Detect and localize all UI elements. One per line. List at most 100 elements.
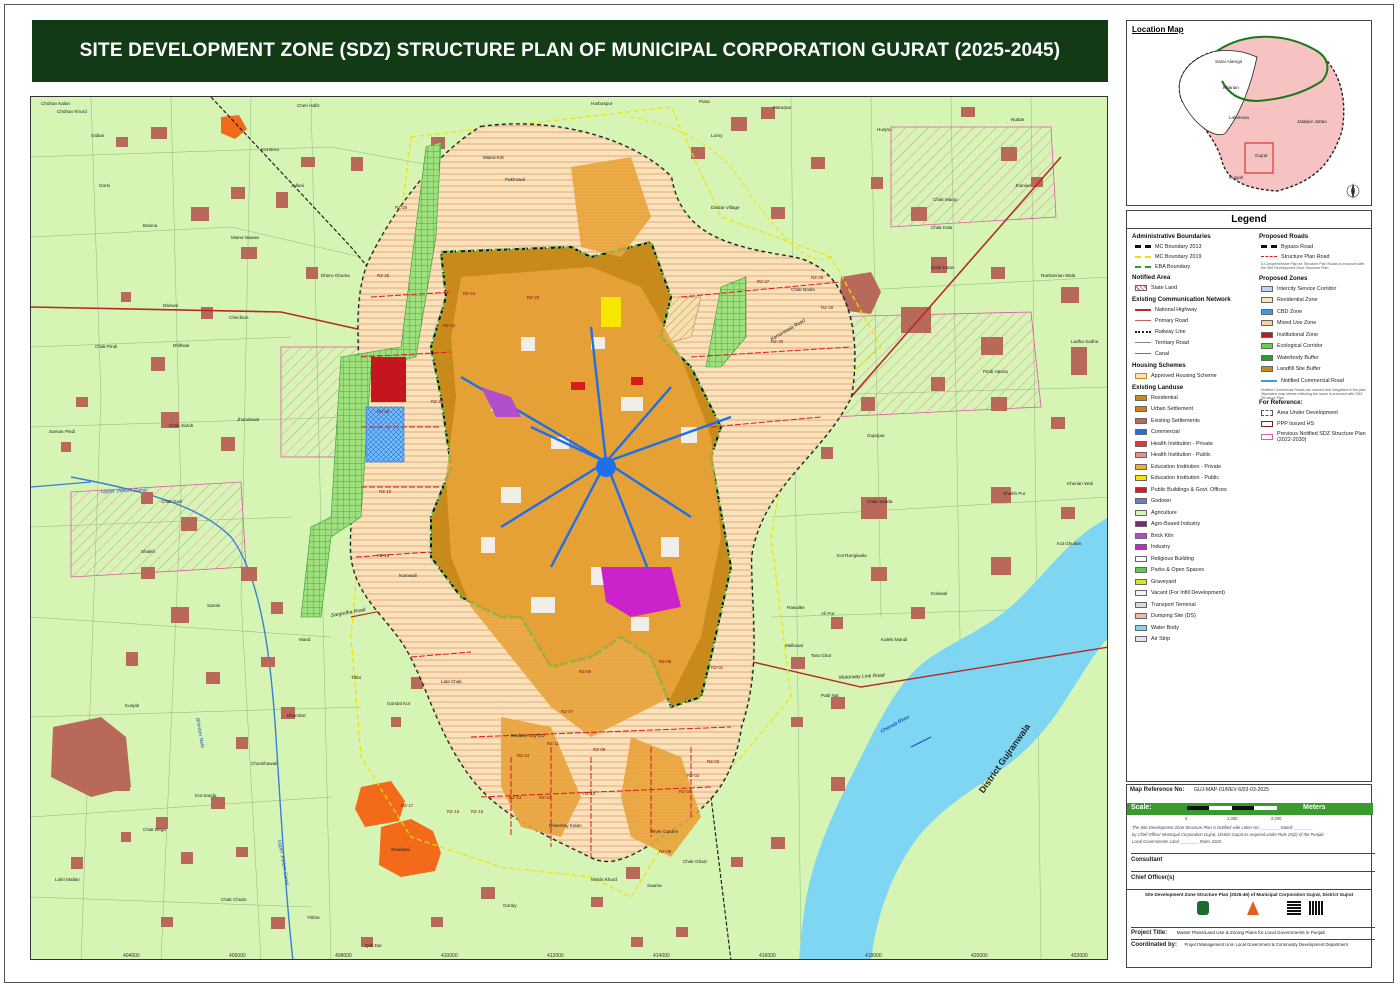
location-place-label: Kunjah — [1229, 175, 1244, 180]
village-label: Dhiftwal — [173, 343, 190, 348]
village-label: Kot Rangiwala — [837, 553, 867, 558]
main-map[interactable]: 404000 406000 408000 410000 412000 41400… — [30, 96, 1108, 960]
notice-line: The Site Development Zone Structure Plan… — [1132, 825, 1313, 830]
legend-swatch — [1261, 379, 1277, 382]
village-label: Saama — [647, 883, 662, 888]
legend-swatch — [1135, 463, 1147, 470]
legend-note: A Comprehensive Plan for Structure Plan … — [1261, 262, 1365, 270]
landuse-legend-item: Brick Kiln — [1135, 531, 1173, 540]
legend-swatch — [1135, 567, 1147, 573]
village-label: Dharokot — [287, 713, 306, 718]
legend-swatch — [1135, 475, 1147, 481]
consultant-logo-icon — [1247, 901, 1259, 915]
legend-swatch — [1261, 343, 1273, 349]
zone-legend-item: Intercity Service Corridor — [1261, 284, 1336, 293]
scale-bar: Scale: Meters — [1127, 803, 1373, 815]
zone-label: RZ-27 — [757, 279, 770, 284]
village-label: Tibbi — [351, 675, 361, 680]
zone-legend-item: Mixed Use Zone — [1261, 319, 1316, 328]
village-label: Jhanian — [1015, 183, 1032, 188]
village-label: Chak Manju — [933, 197, 958, 202]
village-label: Ditewal — [163, 303, 179, 308]
zone-label: RZ-06 — [579, 669, 592, 674]
legend-swatch — [1135, 486, 1147, 493]
zone-label: RZ-26 — [395, 205, 408, 210]
legend-heading: For Reference: — [1259, 399, 1303, 406]
village-label: Tara Ghar — [811, 653, 832, 658]
village-label: Patti Nat — [821, 693, 839, 698]
village-label: Chechian — [229, 315, 249, 320]
village-label: Chak Sadda — [867, 499, 893, 504]
legend-swatch — [1135, 590, 1147, 596]
village-label: Chak Chodo — [221, 897, 247, 902]
legend-item: Territary Road — [1135, 338, 1189, 347]
village-label: Kot Ghulam — [1057, 541, 1082, 546]
village-label: Kaleki Mandi — [881, 637, 908, 642]
zone-label: RZ-13 — [509, 795, 522, 800]
landuse-legend-item: Parks & Open Spaces — [1135, 566, 1204, 575]
legend-swatch — [1261, 354, 1273, 361]
legend-swatch — [1135, 544, 1147, 550]
location-place-label: Jalalpur Jattan — [1297, 119, 1327, 124]
legend-item: State Land — [1135, 283, 1177, 292]
qr-code-icon — [1309, 901, 1323, 915]
legend-heading: Existing Communication Network — [1132, 296, 1231, 303]
x-coordinate-label: 420000 — [971, 953, 988, 959]
village-label: Gorsi — [99, 183, 110, 188]
location-place-label: Sarai Alamgir — [1215, 59, 1243, 64]
legend-item: EBA Boundary — [1135, 262, 1190, 271]
village-label: Dheru Ghuma — [321, 273, 350, 278]
legend-swatch — [1135, 498, 1147, 504]
village-label: Piara — [699, 99, 710, 104]
village-label: Hunjra — [877, 127, 891, 132]
location-place-label: Kharian — [1223, 85, 1239, 90]
village-label: Pindi Hasna — [983, 369, 1008, 374]
zone-label: RZ-12 — [539, 795, 552, 800]
legend-swatch — [1261, 331, 1273, 338]
x-coordinate-label: 410000 — [441, 953, 458, 959]
village-label: Chak Gazi — [161, 499, 183, 504]
legend-heading: Housing Schemes — [1132, 362, 1186, 369]
legend-item: Approved Housing Scheme — [1135, 371, 1217, 380]
zone-label: RZ-17 — [401, 803, 414, 808]
zone-label: RZ-19 — [379, 489, 392, 494]
x-coordinate-label: 404000 — [123, 953, 140, 959]
village-label: Kherian Wali — [1067, 481, 1093, 486]
landuse-legend-item: Health Institution - Public — [1135, 451, 1211, 460]
landuse-legend-item: Air Strip — [1135, 635, 1170, 644]
zone-label: RZ-23 — [527, 295, 540, 300]
zone-label: RZ-15 — [471, 809, 484, 814]
legend-swatch — [1135, 532, 1147, 539]
landuse-legend-item: Graveyard — [1135, 577, 1176, 586]
village-label: Mand — [299, 637, 311, 642]
x-coordinate-label: 416000 — [759, 953, 776, 959]
village-label: Miana Nawan — [231, 235, 260, 240]
village-label: Saroki — [207, 603, 221, 608]
village-label: Rawalke — [787, 605, 805, 610]
village-label: Lala Chak — [441, 679, 462, 684]
legend: Legend Administrative Boundaries MC Boun… — [1126, 210, 1372, 782]
village-label: Chohan Khurd — [57, 109, 87, 114]
landuse-legend-item: Urban Settlement — [1135, 405, 1193, 414]
notice-line: by Chief Officer Municipal Corporation G… — [1132, 832, 1324, 837]
village-label: Mararpur — [773, 105, 792, 110]
landuse-legend-item: Health Institution - Private — [1135, 439, 1213, 448]
legend-heading: Notified Area — [1132, 274, 1171, 281]
village-label: Narowali — [399, 573, 417, 578]
x-coordinate-label: 408000 — [335, 953, 352, 959]
legend-item: Railway Line — [1135, 327, 1186, 336]
zone-label: RZ-09 — [659, 849, 672, 854]
punjab-logo-icon — [1197, 901, 1209, 915]
landuse-legend-item: Religious Building — [1135, 554, 1194, 563]
zone-label: RZ-10 — [583, 791, 596, 796]
zone-label: RZ-02 — [707, 759, 720, 764]
zone-label: RZ-03 — [687, 773, 700, 778]
zone-label: RZ-20 — [377, 409, 390, 414]
x-coordinate-label: 406000 — [229, 953, 246, 959]
zone-label: RZ-07 — [561, 709, 574, 714]
zone-label: RZ-18 — [377, 553, 390, 558]
logos — [1177, 899, 1327, 919]
location-place-label: Gujrat — [1255, 153, 1268, 158]
landuse-legend-item: Godown — [1135, 497, 1171, 506]
zone-label: RZ-04 — [679, 789, 692, 794]
